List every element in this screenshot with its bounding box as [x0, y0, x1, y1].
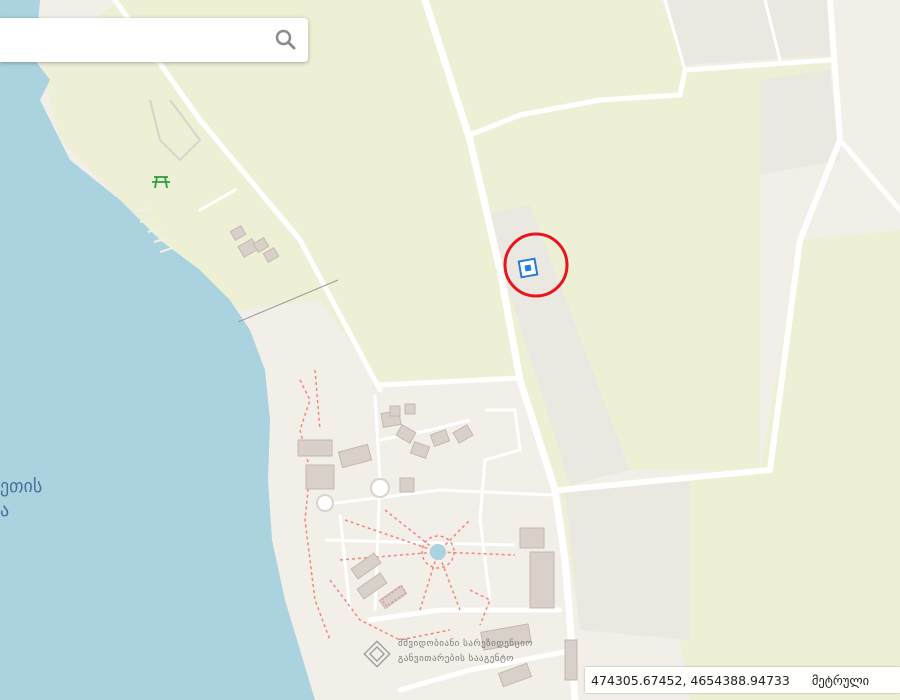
- institution-label: მშვიდობიანი სარეზიდენციო განვითარების სა…: [398, 637, 533, 667]
- magnifier-icon[interactable]: [272, 26, 300, 54]
- landuse-area: [665, 0, 830, 65]
- institution-label-line: მშვიდობიანი სარეზიდენციო: [398, 639, 533, 649]
- landuse-area: [565, 480, 690, 640]
- map-canvas[interactable]: [0, 0, 900, 700]
- water-label-line: ეთის: [0, 476, 43, 497]
- unit-selector[interactable]: მეტრული: [812, 673, 869, 688]
- water-label: ეთის ა: [0, 475, 42, 523]
- fountain-pool: [430, 544, 446, 560]
- water-label-line: ა: [0, 500, 10, 521]
- search-box: [0, 18, 308, 62]
- coordinate-readout: 474305.67452, 4654388.94733: [591, 672, 790, 688]
- institution-label-line: განვითარების სააგენტო: [398, 654, 514, 664]
- status-bar: 474305.67452, 4654388.94733 მეტრული: [585, 667, 900, 693]
- roundabout: [316, 494, 334, 512]
- square-marker-icon[interactable]: [517, 257, 539, 279]
- roundabout: [370, 478, 390, 498]
- search-input[interactable]: [0, 18, 280, 62]
- landuse-area: [760, 70, 840, 175]
